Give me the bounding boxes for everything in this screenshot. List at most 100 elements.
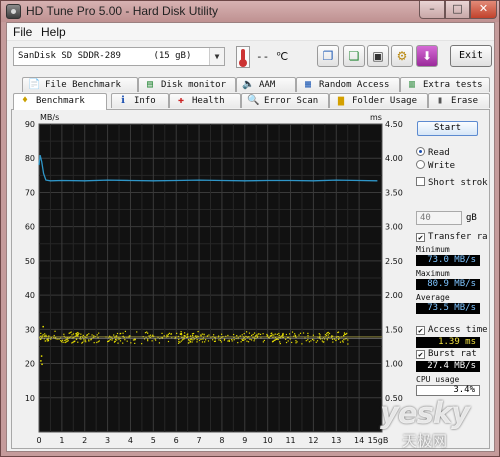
access-time-point [182, 338, 184, 340]
menu-file[interactable]: File [13, 25, 32, 39]
access-time-point [39, 338, 41, 340]
average-label: Average [416, 293, 450, 302]
tab-extra-tests[interactable]: ▥ Extra tests [400, 77, 490, 92]
menu-help[interactable]: Help [41, 25, 66, 39]
access-time-point [194, 335, 197, 337]
access-time-point [54, 330, 56, 332]
close-button[interactable]: ✕ [470, 1, 497, 19]
access-time-point [200, 338, 202, 341]
tab-health[interactable]: ✚ Health [169, 93, 241, 108]
access-time-point [291, 331, 294, 333]
tab-label: Benchmark [36, 96, 85, 106]
burst-rate-checkbox[interactable]: ✔ Burst rat [416, 349, 477, 359]
access-time-point [155, 339, 157, 341]
access-time-point [82, 341, 84, 343]
tab-folder-usage[interactable]: ▆ Folder Usage [329, 93, 428, 108]
access-time-point [181, 334, 183, 336]
access-time-point [124, 330, 127, 333]
tab-disk-monitor[interactable]: ▤ Disk monitor [138, 77, 236, 92]
y-tick-right: 2.00 [385, 291, 403, 300]
right-unit-label: ms [370, 113, 382, 122]
copy-info-button[interactable]: ❐ [317, 45, 339, 67]
tab-file-benchmark[interactable]: 📄 File Benchmark [22, 77, 138, 92]
access-time-point [117, 342, 119, 344]
access-time-point [40, 360, 42, 362]
tab-random-access[interactable]: ▦ Random Access [296, 77, 400, 92]
access-time-point [183, 334, 185, 337]
access-time-point [296, 341, 298, 343]
access-time-point [161, 332, 163, 334]
title-bar[interactable]: HD Tune Pro 5.00 - Hard Disk Utility – □… [1, 1, 499, 22]
access-time-point [250, 339, 253, 341]
access-time-point [147, 332, 149, 334]
access-time-point [278, 332, 280, 335]
access-time-point [179, 333, 181, 335]
chevron-down-icon[interactable]: ▼ [209, 48, 224, 65]
drive-select[interactable]: SanDisk SD SDDR-289 (15 gB) ▼ [13, 47, 225, 66]
short-stroke-checkbox[interactable]: Short strok [416, 177, 488, 188]
tab-label: Disk monitor [161, 80, 227, 90]
access-time-point [218, 339, 220, 341]
y-tick-left: 50 [25, 257, 35, 266]
x-tick: 9 [242, 436, 247, 445]
tab-info[interactable]: ℹ Info [111, 93, 169, 108]
access-time-point [158, 342, 161, 344]
y-tick-right: 3.50 [385, 188, 403, 197]
read-radio[interactable]: Read [416, 147, 450, 158]
options-button[interactable]: ⚙ [391, 45, 413, 67]
access-time-point [148, 335, 150, 337]
x-tick: 4 [128, 436, 133, 445]
access-time-point [149, 334, 152, 336]
access-time-point [71, 334, 73, 336]
access-time-point [84, 339, 87, 341]
access-time-point [337, 331, 339, 334]
access-time-point [146, 331, 148, 333]
tab-erase[interactable]: ▮ Erase [428, 93, 490, 108]
y-tick-left: 70 [25, 188, 35, 197]
access-time-point [40, 355, 43, 357]
access-time-checkbox[interactable]: ✔ Access time [416, 325, 488, 335]
y-tick-right: 2.50 [385, 257, 403, 266]
tab-benchmark[interactable]: ♦ Benchmark [13, 93, 107, 110]
access-time-point [76, 338, 78, 340]
access-time-point [236, 335, 238, 337]
access-time-point [178, 342, 180, 344]
minimize-button[interactable]: – [419, 1, 445, 19]
burst-rate-box: ✔ [416, 350, 425, 359]
access-time-point [141, 343, 143, 345]
tab-error-scan[interactable]: 🔍 Error Scan [241, 93, 329, 108]
folder-usage-icon: ▆ [337, 95, 345, 106]
start-button[interactable]: Start [417, 121, 478, 136]
access-time-point [343, 332, 346, 334]
access-time-point [204, 341, 206, 343]
transfer-rate-checkbox[interactable]: ✔ Transfer ra [416, 232, 488, 242]
access-time-point [187, 342, 190, 344]
erase-icon: ▮ [436, 95, 444, 106]
x-tick: 8 [219, 436, 224, 445]
access-time-point [295, 342, 297, 344]
exit-button[interactable]: Exit [450, 45, 492, 67]
access-time-point [301, 343, 303, 345]
access-time-point [298, 334, 300, 336]
access-time-point [201, 341, 204, 343]
access-time-point [310, 340, 312, 342]
write-radio[interactable]: Write [416, 160, 455, 171]
access-time-point [245, 331, 248, 333]
maximize-button[interactable]: □ [445, 1, 470, 19]
stroke-spinner[interactable]: 40 [416, 211, 462, 225]
copy-screenshot-button[interactable]: ❏ [343, 45, 365, 67]
access-time-point [307, 339, 309, 341]
save-button[interactable]: ▣ [367, 45, 389, 67]
access-time-point [251, 334, 253, 337]
access-time-point [321, 340, 323, 342]
access-time-point [204, 339, 207, 341]
access-time-point [61, 339, 64, 341]
tab-aam[interactable]: 🔈 AAM [236, 77, 296, 92]
download-button[interactable]: ⬇ [416, 45, 438, 67]
access-time-point [42, 334, 44, 336]
access-time-point [190, 335, 192, 337]
access-time-point [291, 341, 293, 344]
access-time-point [60, 341, 63, 343]
access-time-point [211, 339, 214, 341]
access-time-point [130, 342, 132, 344]
